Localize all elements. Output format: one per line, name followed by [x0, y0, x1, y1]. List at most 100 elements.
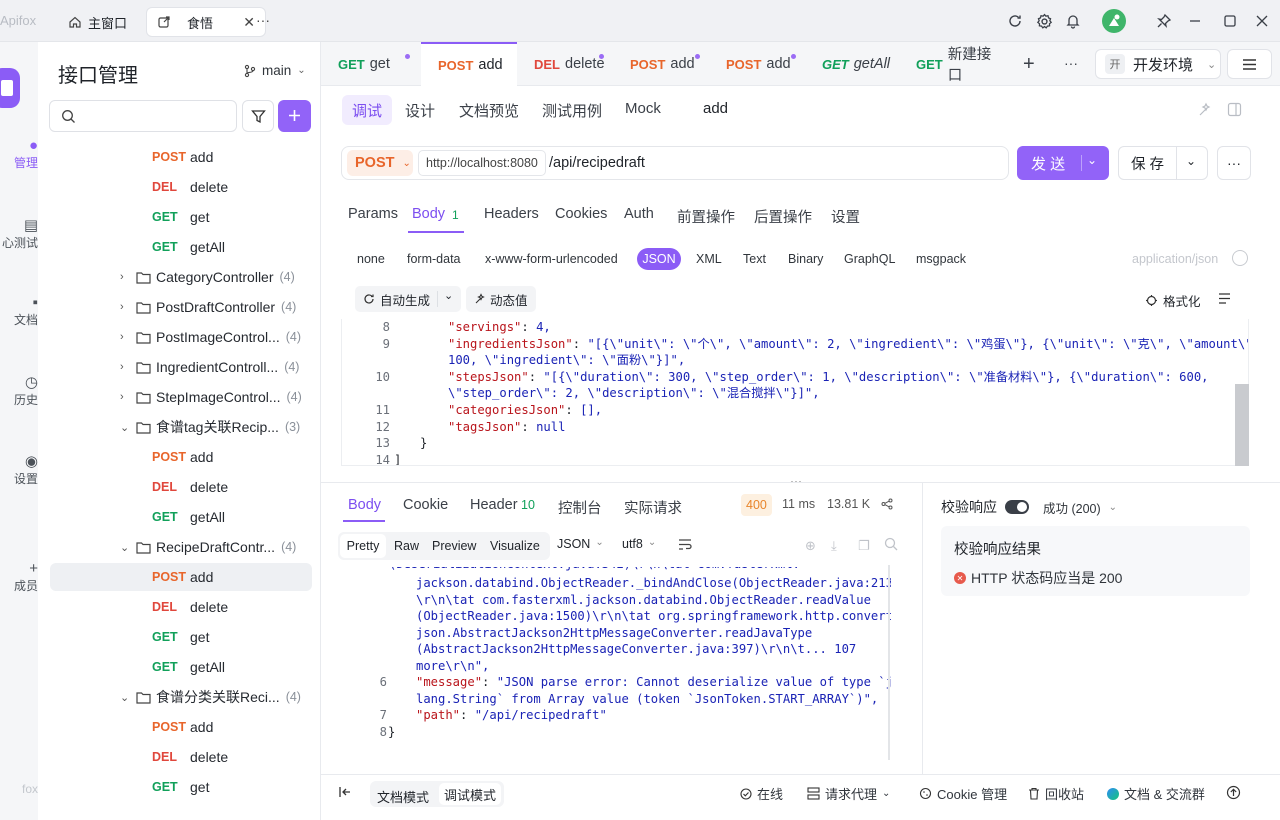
layout-toggle-icon[interactable] — [1227, 102, 1242, 117]
tree-endpoint[interactable]: GET get — [50, 623, 312, 651]
auto-generate-button[interactable]: 自动生成 ⌄ — [355, 286, 461, 312]
tree-folder[interactable]: ⌄ 食谱tag关联Recip... (3) — [50, 413, 312, 441]
tab-pre-processors[interactable]: 前置操作 — [677, 206, 735, 227]
tree-folder[interactable]: › CategoryController (4) — [50, 263, 312, 291]
chevron-right-icon[interactable]: › — [120, 271, 136, 283]
expected-status[interactable]: 成功 (200) — [1043, 498, 1101, 517]
chevron-down-icon[interactable]: ⌄ — [120, 421, 136, 434]
request-tab[interactable]: POST add — [613, 42, 709, 86]
api-name[interactable]: add — [703, 100, 728, 117]
save-button[interactable]: 保 存 ⌄ — [1118, 146, 1208, 180]
api-management-icon[interactable] — [0, 68, 20, 108]
chevron-down-icon[interactable]: ⌄ — [444, 289, 453, 302]
scrollbar[interactable] — [1235, 384, 1249, 466]
tree-endpoint[interactable]: POST add — [50, 563, 312, 591]
upload-icon[interactable]: ⊕ — [805, 538, 816, 554]
tree-folder[interactable]: › PostDraftController (4) — [50, 293, 312, 321]
tree-folder[interactable]: › PostImageControl... (4) — [50, 323, 312, 351]
request-tab[interactable]: GET getAll — [805, 42, 899, 86]
nav-item-docs[interactable]: ▪ 文档 — [0, 294, 38, 328]
view-mode-visualize[interactable]: Visualize — [490, 539, 540, 553]
encoding-select[interactable]: utf8 ⌄ — [622, 537, 656, 551]
tree-endpoint[interactable]: GET get — [50, 203, 312, 231]
body-type-form-data[interactable]: form-data — [407, 248, 461, 270]
debug-mode-button[interactable]: 调试模式 — [439, 783, 501, 805]
response-tab-console[interactable]: 控制台 — [558, 497, 602, 518]
tab-headers[interactable]: Headers — [484, 206, 539, 222]
close-window-icon[interactable] — [1252, 11, 1272, 31]
dynamic-value-button[interactable]: 动态值 — [466, 286, 536, 312]
request-tab[interactable]: GET get — [321, 42, 419, 86]
copy-icon[interactable]: ❐ — [858, 538, 870, 554]
download-icon[interactable]: ⤓ — [831, 538, 837, 554]
pin-icon[interactable] — [1154, 11, 1174, 31]
response-tab-actual-request[interactable]: 实际请求 — [624, 497, 682, 518]
magic-icon[interactable] — [1197, 102, 1213, 118]
window-tab-project[interactable]: 食悟 ✕ — [146, 7, 266, 37]
response-tab-cookie[interactable]: Cookie — [403, 497, 448, 513]
online-status[interactable]: 在线 — [740, 784, 783, 803]
filter-button[interactable] — [242, 100, 274, 132]
search-input[interactable] — [84, 106, 229, 126]
body-type-binary[interactable]: Binary — [788, 248, 823, 270]
add-button[interactable] — [278, 100, 311, 132]
request-body-editor[interactable]: 8 "servings": 4, 9 "ingredientsJson": "[{\"… — [341, 319, 1249, 466]
url-path-input[interactable] — [549, 152, 999, 174]
tree-endpoint[interactable]: GET getAll — [50, 233, 312, 261]
method-select[interactable]: POST ⌄ — [347, 150, 413, 176]
refresh-icon[interactable] — [1005, 11, 1025, 31]
tree-endpoint[interactable]: GET get — [50, 773, 312, 801]
tree-folder[interactable]: › IngredientControll... (4) — [50, 353, 312, 381]
response-tab-body[interactable]: Body — [348, 497, 381, 513]
more-icon[interactable]: ··· — [1064, 55, 1078, 71]
tree-endpoint[interactable]: GET getAll — [50, 653, 312, 681]
doc-mode-button[interactable]: 文档模式 — [377, 787, 429, 806]
send-button[interactable]: 发 送 ⌄ — [1017, 146, 1109, 180]
bell-icon[interactable] — [1063, 11, 1083, 31]
chevron-right-icon[interactable]: › — [120, 391, 136, 403]
align-icon[interactable] — [1218, 293, 1231, 304]
response-tab-header[interactable]: Header — [470, 497, 518, 513]
tree-endpoint[interactable]: POST add — [50, 443, 312, 471]
environment-selector[interactable]: 开 开发环境 ⌄ — [1095, 49, 1221, 79]
sub-tab-doc-preview[interactable]: 文档预览 — [459, 100, 519, 121]
resize-handle[interactable]: ··· — [790, 474, 802, 488]
scroll-top-icon[interactable] — [1226, 785, 1241, 800]
sub-tab-debug[interactable]: 调试 — [352, 100, 382, 121]
tree-endpoint[interactable]: DEL delete — [50, 473, 312, 501]
chevron-down-icon[interactable]: ⌄ — [120, 541, 136, 554]
request-tab[interactable]: DEL delete — [517, 42, 613, 86]
response-body-viewer[interactable]: (DeserializationContext.java:342)\r\n\ta… — [341, 567, 891, 762]
more-actions-button[interactable]: ··· — [1217, 146, 1251, 180]
sub-tab-mock[interactable]: Mock — [625, 100, 661, 117]
window-tab-main[interactable]: 主窗口 — [58, 7, 137, 37]
tree-folder[interactable]: › StepImageControl... (4) — [50, 383, 312, 411]
format-select[interactable]: JSON ⌄ — [557, 537, 604, 551]
branch-selector[interactable]: main ⌄ — [244, 63, 306, 78]
body-type-msgpack[interactable]: msgpack — [916, 248, 966, 270]
view-mode-raw[interactable]: Raw — [394, 539, 419, 553]
tab-params[interactable]: Params — [348, 206, 398, 222]
community-link[interactable]: 文档 & 交流群 — [1107, 784, 1205, 803]
body-type-none[interactable]: none — [357, 248, 385, 270]
close-icon[interactable]: ✕ — [243, 14, 255, 31]
search-icon[interactable] — [884, 537, 898, 551]
tree-endpoint[interactable]: DEL delete — [50, 593, 312, 621]
cookie-manager[interactable]: Cookie 管理 — [919, 784, 1007, 803]
view-mode-pretty[interactable]: Pretty — [340, 534, 386, 558]
sub-tab-test-cases[interactable]: 测试用例 — [542, 100, 602, 121]
recycle-bin[interactable]: 回收站 — [1028, 784, 1084, 803]
nav-item-testing[interactable]: ▤ 心测试 — [0, 216, 38, 251]
body-type-json[interactable]: JSON — [637, 248, 681, 270]
chevron-right-icon[interactable]: › — [120, 301, 136, 313]
chevron-right-icon[interactable]: › — [120, 331, 136, 343]
share-icon[interactable] — [881, 498, 893, 510]
chevron-right-icon[interactable]: › — [120, 361, 136, 373]
sub-tab-design[interactable]: 设计 — [405, 100, 435, 121]
wrap-icon[interactable] — [678, 539, 692, 551]
tree-endpoint[interactable]: DEL delete — [50, 173, 312, 201]
tree-endpoint[interactable]: POST add — [50, 143, 312, 171]
tab-body[interactable]: Body — [412, 206, 445, 222]
tab-settings[interactable]: 设置 — [831, 206, 860, 227]
view-mode-preview[interactable]: Preview — [432, 539, 476, 553]
